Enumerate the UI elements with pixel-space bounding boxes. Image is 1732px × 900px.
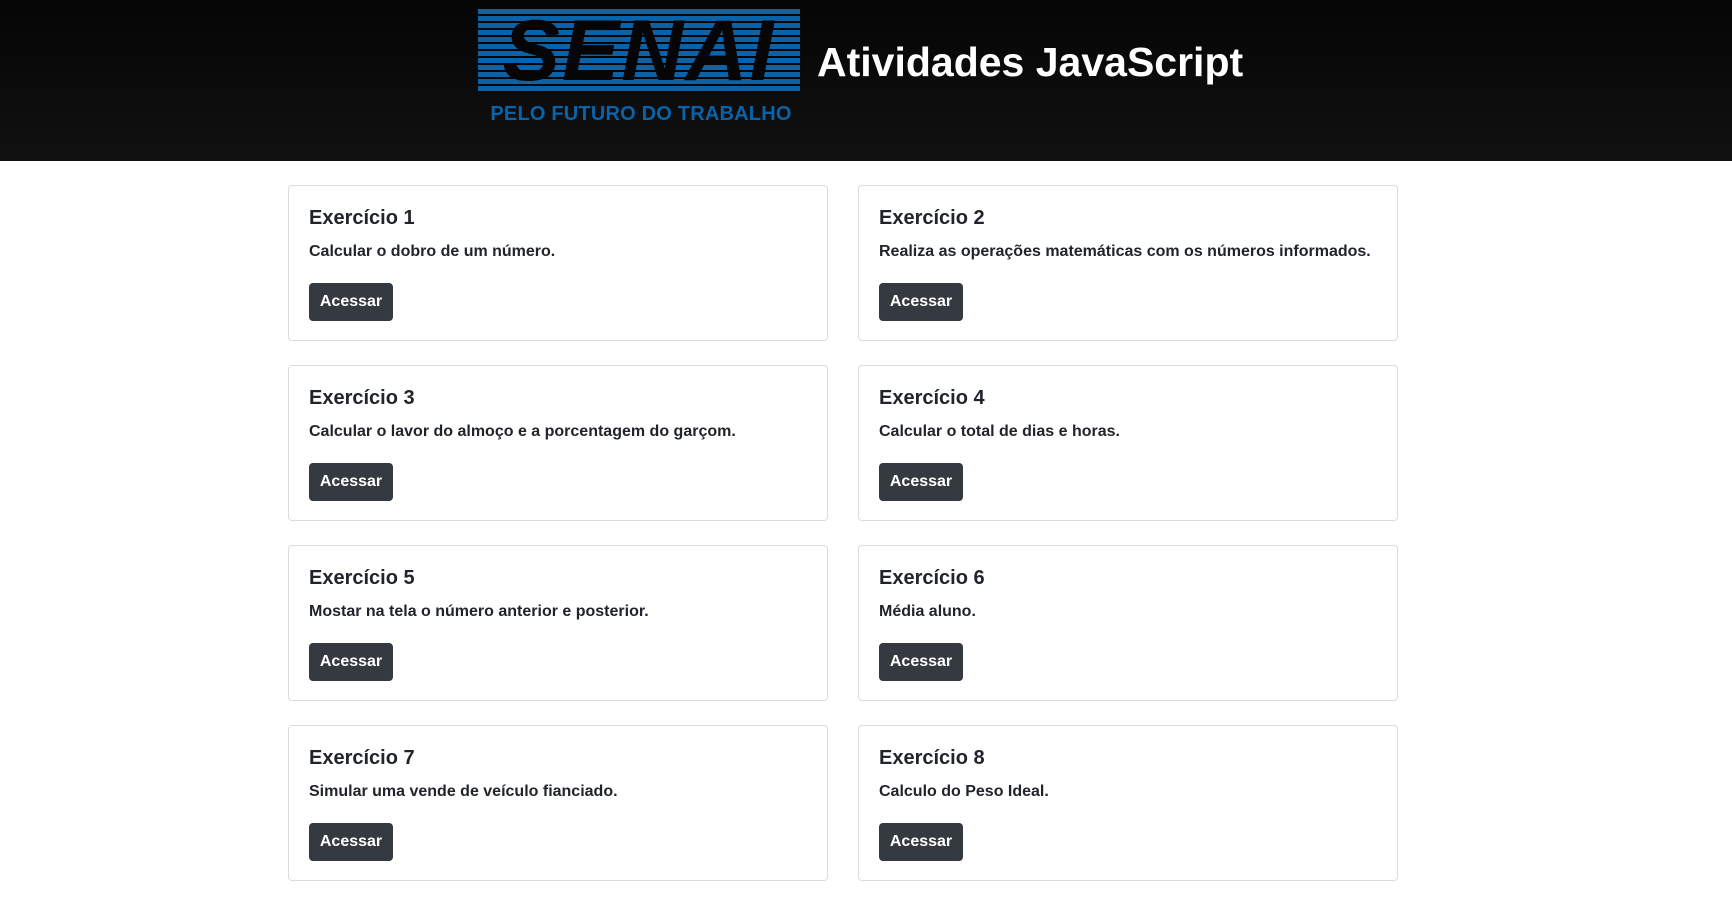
senai-logo[interactable]: SENAI PELO FUTURO DO TRABALHO [478,9,802,127]
card-description: Calcular o total de dias e horas. [879,423,1120,440]
card-title: Exercício 8 [879,747,985,769]
site-header: SENAI PELO FUTURO DO TRABALHO Atividades… [0,0,1732,161]
card-description: Calculo do Peso Ideal. [879,783,1049,800]
card-title: Exercício 5 [309,567,415,589]
access-button-5[interactable]: Acessar [309,643,393,681]
access-button-2[interactable]: Acessar [879,283,963,321]
card-title: Exercício 3 [309,387,415,409]
card-description: Realiza as operações matemáticas com os … [879,243,1371,260]
exercise-card-7: Exercício 7 Simular uma vende de veículo… [288,725,828,881]
exercise-card-1: Exercício 1 Calcular o dobro de um númer… [288,185,828,341]
exercise-card-8: Exercício 8 Calculo do Peso Ideal. Acess… [858,725,1398,881]
access-button-1[interactable]: Acessar [309,283,393,321]
access-button-7[interactable]: Acessar [309,823,393,861]
card-title: Exercício 1 [309,207,415,229]
card-description: Mostar na tela o número anterior e poste… [309,603,649,620]
access-button-4[interactable]: Acessar [879,463,963,501]
logo-word: SENAI [502,9,776,92]
exercise-card-6: Exercício 6 Média aluno. Acessar [858,545,1398,701]
page-title: Atividades JavaScript [817,39,1244,85]
exercise-grid: Exercício 1 Calcular o dobro de um númer… [288,185,1398,881]
card-title: Exercício 6 [879,567,985,589]
logo-badge: SENAI [478,9,800,92]
card-title: Exercício 2 [879,207,985,229]
access-button-6[interactable]: Acessar [879,643,963,681]
logo-tagline: PELO FUTURO DO TRABALHO [490,103,792,125]
card-description: Simular uma vende de veículo fianciado. [309,783,618,800]
card-description: Calcular o lavor do almoço e a porcentag… [309,423,736,440]
access-button-3[interactable]: Acessar [309,463,393,501]
card-title: Exercício 4 [879,387,985,409]
exercise-card-2: Exercício 2 Realiza as operações matemát… [858,185,1398,341]
exercise-card-3: Exercício 3 Calcular o lavor do almoço e… [288,365,828,521]
card-description: Média aluno. [879,603,976,620]
exercise-card-5: Exercício 5 Mostar na tela o número ante… [288,545,828,701]
card-title: Exercício 7 [309,747,415,769]
access-button-8[interactable]: Acessar [879,823,963,861]
card-description: Calcular o dobro de um número. [309,243,556,260]
exercise-card-4: Exercício 4 Calcular o total de dias e h… [858,365,1398,521]
